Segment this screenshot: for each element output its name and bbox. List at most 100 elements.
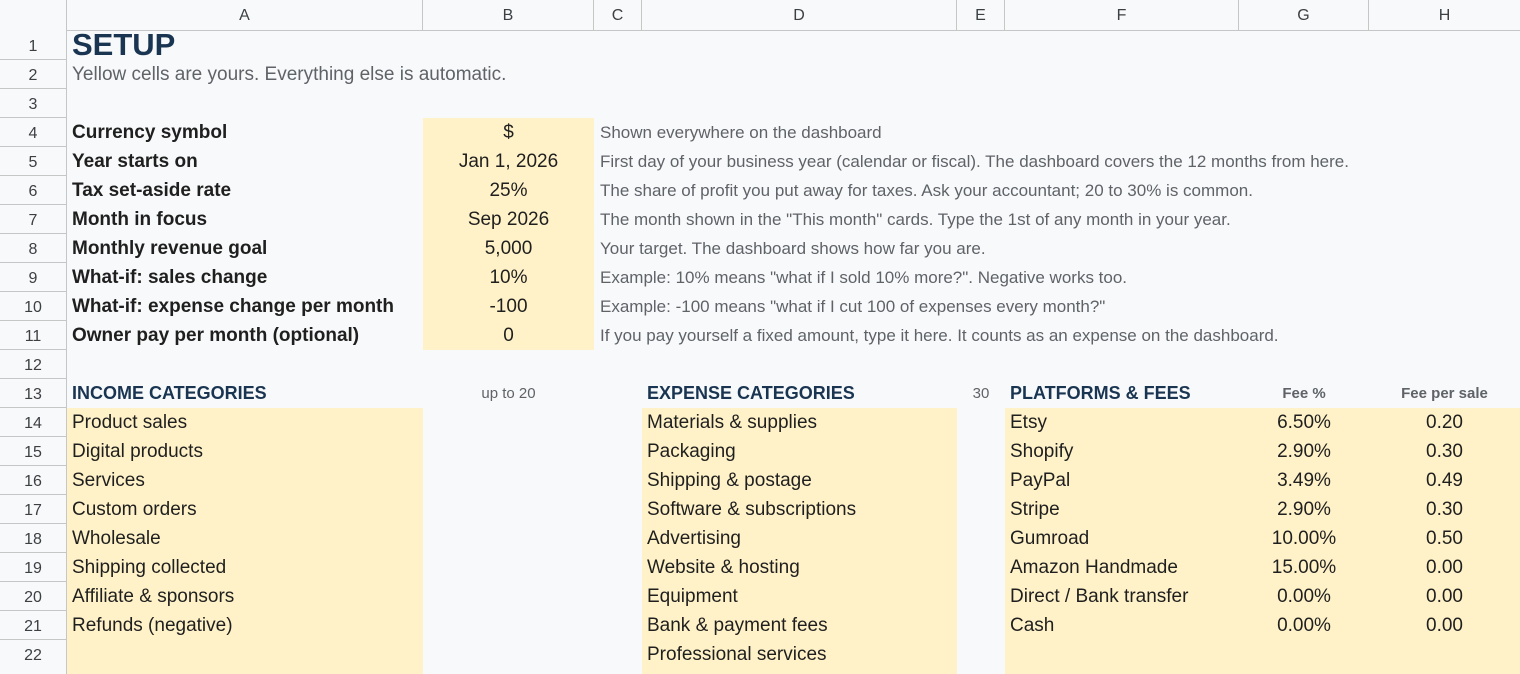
row-header[interactable]: 3 <box>0 89 66 118</box>
setting-label-currency: Currency symbol <box>72 122 228 143</box>
column-header-h[interactable]: H <box>1369 0 1520 30</box>
platform-fee-percent[interactable]: 0.00% <box>1239 582 1369 611</box>
row-header[interactable]: 20 <box>0 582 66 611</box>
income-category[interactable]: Refunds (negative) <box>67 611 423 640</box>
row-header[interactable]: 19 <box>0 553 66 582</box>
row-header[interactable]: 10 <box>0 292 66 321</box>
expense-category[interactable]: Packaging <box>642 437 957 466</box>
row-header[interactable]: 9 <box>0 263 66 292</box>
platform-fee-percent[interactable]: 2.90% <box>1239 495 1369 524</box>
row-header[interactable]: 2 <box>0 60 66 89</box>
setting-value-expense-change[interactable]: -100 <box>423 292 594 321</box>
column-header-d[interactable]: D <box>642 0 957 30</box>
setting-value-year-start[interactable]: Jan 1, 2026 <box>423 147 594 176</box>
platform-fee-percent[interactable]: 10.00% <box>1239 524 1369 553</box>
column-header-c[interactable]: C <box>594 0 642 30</box>
expense-category[interactable]: Equipment <box>642 582 957 611</box>
row-header[interactable]: 8 <box>0 234 66 263</box>
platform-fee-per-sale[interactable]: 0.50 <box>1369 524 1520 553</box>
setting-value-owner-pay[interactable]: 0 <box>423 321 594 350</box>
expense-category[interactable]: Bank & payment fees <box>642 611 957 640</box>
column-header-bar: A B C D E F G H <box>0 0 1520 31</box>
platform-name[interactable]: Direct / Bank transfer <box>1005 582 1239 611</box>
platform-fee-per-sale[interactable]: 0.00 <box>1369 582 1520 611</box>
setting-value-revenue-goal[interactable]: 5,000 <box>423 234 594 263</box>
row-header[interactable]: 15 <box>0 437 66 466</box>
platform-fee-percent[interactable]: 3.49% <box>1239 466 1369 495</box>
income-category[interactable]: Affiliate & sponsors <box>67 582 423 611</box>
row-header[interactable]: 6 <box>0 176 66 205</box>
setting-desc-expense-change: Example: -100 means "what if I cut 100 o… <box>600 297 1106 316</box>
income-category[interactable]: Shipping collected <box>67 553 423 582</box>
platform-fee-per-sale[interactable] <box>1369 640 1520 669</box>
setting-desc-currency: Shown everywhere on the dashboard <box>600 123 882 142</box>
platform-name[interactable]: Shopify <box>1005 437 1239 466</box>
row-header[interactable]: 11 <box>0 321 66 350</box>
row-header[interactable]: 14 <box>0 408 66 437</box>
income-category[interactable] <box>67 640 423 669</box>
platform-name[interactable]: Cash <box>1005 611 1239 640</box>
row-header[interactable]: 18 <box>0 524 66 553</box>
expense-category[interactable]: Website & hosting <box>642 553 957 582</box>
platform-fee-percent[interactable]: 6.50% <box>1239 408 1369 437</box>
platform-fee-per-sale[interactable]: 0.30 <box>1369 437 1520 466</box>
platform-fee-percent[interactable]: 2.90% <box>1239 437 1369 466</box>
expense-category[interactable]: Shipping & postage <box>642 466 957 495</box>
platform-fee-percent[interactable] <box>1239 640 1369 669</box>
setting-value-sales-change[interactable]: 10% <box>423 263 594 292</box>
column-header-f[interactable]: F <box>1005 0 1239 30</box>
row-header[interactable]: 12 <box>0 350 66 379</box>
row-header[interactable]: 17 <box>0 495 66 524</box>
cell-grid: SETUP Yellow cells are yours. Everything… <box>67 29 1520 674</box>
platform-name[interactable]: Etsy <box>1005 408 1239 437</box>
expense-limit-note: 30 <box>972 385 990 402</box>
row-header[interactable]: 7 <box>0 205 66 234</box>
platform-fee-per-sale[interactable]: 0.00 <box>1369 611 1520 640</box>
row-header[interactable]: 4 <box>0 118 66 147</box>
expense-category[interactable]: Professional services <box>642 640 957 669</box>
platform-fee-per-sale[interactable]: 0.49 <box>1369 466 1520 495</box>
setting-desc-owner-pay: If you pay yourself a fixed amount, type… <box>600 326 1279 345</box>
setting-desc-revenue-goal: Your target. The dashboard shows how far… <box>600 239 986 258</box>
income-limit-note: up to 20 <box>481 385 536 402</box>
expense-category[interactable]: Materials & supplies <box>642 408 957 437</box>
platform-fee-per-sale[interactable]: 0.20 <box>1369 408 1520 437</box>
platform-fee-per-sale[interactable]: 0.00 <box>1369 553 1520 582</box>
column-header-a[interactable]: A <box>67 0 423 30</box>
row-header[interactable]: 13 <box>0 379 66 408</box>
platform-name[interactable]: Amazon Handmade <box>1005 553 1239 582</box>
expense-category[interactable]: Software & subscriptions <box>642 495 957 524</box>
income-category[interactable]: Wholesale <box>67 524 423 553</box>
platform-name[interactable] <box>1005 640 1239 669</box>
setting-value-month-focus[interactable]: Sep 2026 <box>423 205 594 234</box>
select-all-corner[interactable] <box>0 0 67 30</box>
row-header[interactable]: 22 <box>0 640 66 669</box>
expense-heading: EXPENSE CATEGORIES <box>647 383 855 403</box>
platform-fee-percent[interactable]: 15.00% <box>1239 553 1369 582</box>
row-header[interactable]: 1 <box>0 31 66 60</box>
platform-name[interactable]: Stripe <box>1005 495 1239 524</box>
row-header[interactable]: 16 <box>0 466 66 495</box>
setting-label-tax-rate: Tax set-aside rate <box>72 180 232 201</box>
setting-label-expense-change: What-if: expense change per month <box>72 296 394 317</box>
income-category[interactable]: Product sales <box>67 408 423 437</box>
row-header[interactable]: 5 <box>0 147 66 176</box>
platforms-heading: PLATFORMS & FEES <box>1010 383 1191 403</box>
setting-value-currency[interactable]: $ <box>423 118 594 147</box>
income-category[interactable]: Services <box>67 466 423 495</box>
platform-fee-percent[interactable]: 0.00% <box>1239 611 1369 640</box>
setting-desc-sales-change: Example: 10% means "what if I sold 10% m… <box>600 268 1128 287</box>
column-header-e[interactable]: E <box>957 0 1005 30</box>
setting-value-tax-rate[interactable]: 25% <box>423 176 594 205</box>
setting-label-owner-pay: Owner pay per month (optional) <box>72 325 360 346</box>
expense-category[interactable]: Advertising <box>642 524 957 553</box>
income-category[interactable]: Digital products <box>67 437 423 466</box>
platform-name[interactable]: Gumroad <box>1005 524 1239 553</box>
setting-desc-tax-rate: The share of profit you put away for tax… <box>600 181 1253 200</box>
platform-name[interactable]: PayPal <box>1005 466 1239 495</box>
column-header-b[interactable]: B <box>423 0 594 30</box>
platform-fee-per-sale[interactable]: 0.30 <box>1369 495 1520 524</box>
row-header[interactable]: 21 <box>0 611 66 640</box>
column-header-g[interactable]: G <box>1239 0 1369 30</box>
income-category[interactable]: Custom orders <box>67 495 423 524</box>
